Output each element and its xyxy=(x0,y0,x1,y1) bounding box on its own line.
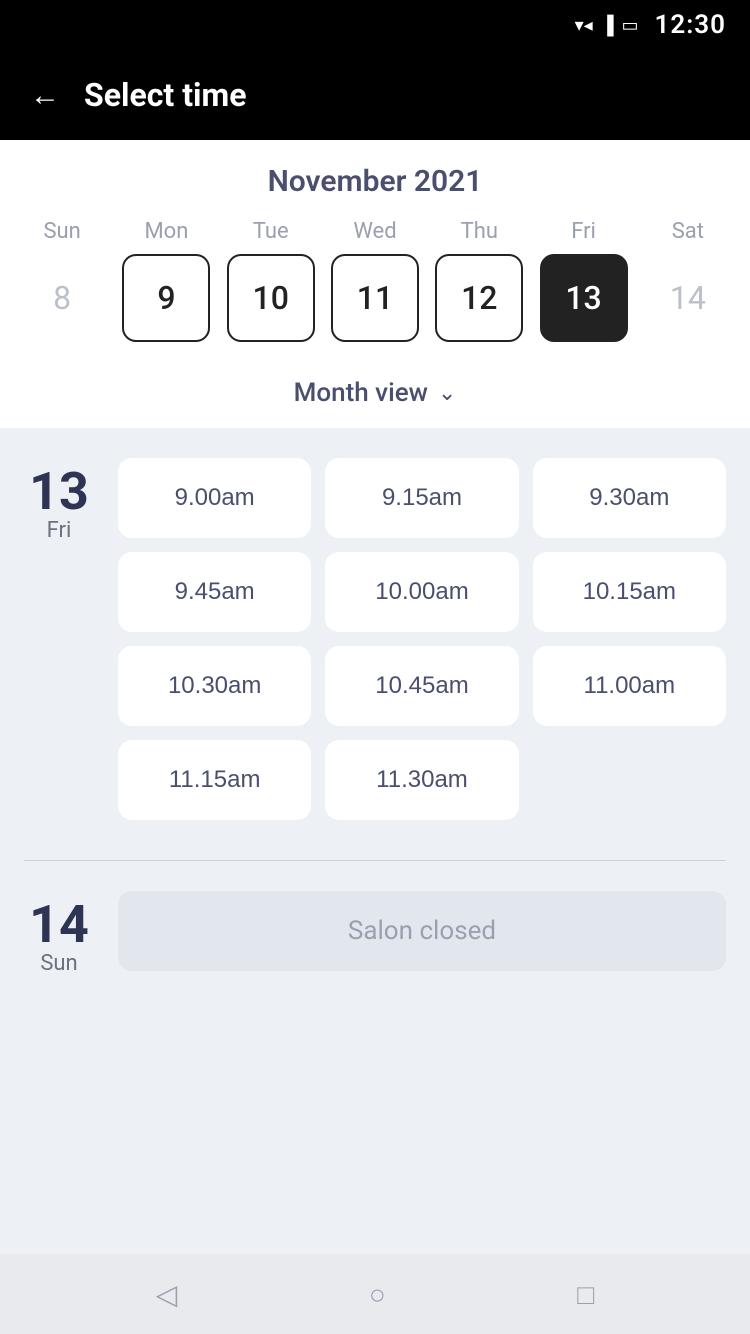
time-slot-1045am[interactable]: 10.45am xyxy=(325,646,518,726)
month-view-row[interactable]: Month view ⌄ xyxy=(0,362,750,428)
weekday-sun: Sun xyxy=(10,219,114,244)
header: ← Select time xyxy=(0,50,750,140)
back-button[interactable]: ← xyxy=(30,78,60,113)
time-slot-930am[interactable]: 9.30am xyxy=(533,458,726,538)
weekday-tue: Tue xyxy=(219,219,323,244)
day-block-13: 13 Fri 9.00am 9.15am 9.30am 9.45am 10.00… xyxy=(24,458,726,820)
date-14[interactable]: 14 xyxy=(644,254,732,342)
time-slot-915am[interactable]: 9.15am xyxy=(325,458,518,538)
date-cell-11: 11 xyxy=(323,254,427,342)
weekday-wed: Wed xyxy=(323,219,427,244)
date-10[interactable]: 10 xyxy=(227,254,315,342)
time-slot-1000am[interactable]: 10.00am xyxy=(325,552,518,632)
day-block-14: 14 Sun Salon closed xyxy=(24,891,726,976)
nav-recent-icon[interactable]: □ xyxy=(577,1278,594,1311)
time-slot-1130am[interactable]: 11.30am xyxy=(325,740,518,820)
time-slot-945am[interactable]: 9.45am xyxy=(118,552,311,632)
day-label-14: 14 Sun xyxy=(24,891,94,976)
status-icons: ▾◂ ▐ ▭ xyxy=(575,15,639,36)
signal-icon: ▐ xyxy=(601,15,614,36)
weekday-sat: Sat xyxy=(636,219,740,244)
date-12[interactable]: 12 xyxy=(435,254,523,342)
day-name-fri: Fri xyxy=(47,518,72,543)
date-cell-10: 10 xyxy=(219,254,323,342)
slots-section: 13 Fri 9.00am 9.15am 9.30am 9.45am 10.00… xyxy=(0,428,750,1254)
weekday-row: Sun Mon Tue Wed Thu Fri Sat xyxy=(0,219,750,244)
date-row: 8 9 10 11 12 13 14 xyxy=(0,254,750,362)
time-slot-1015am[interactable]: 10.15am xyxy=(533,552,726,632)
date-cell-14: 14 xyxy=(636,254,740,342)
page-title: Select time xyxy=(84,76,246,114)
divider xyxy=(24,860,726,861)
status-time: 12:30 xyxy=(655,10,727,40)
date-cell-8: 8 xyxy=(10,254,114,342)
weekday-fri: Fri xyxy=(531,219,635,244)
day-label-13: 13 Fri xyxy=(24,458,94,543)
slots-grid-13: 9.00am 9.15am 9.30am 9.45am 10.00am 10.1… xyxy=(118,458,726,820)
date-13[interactable]: 13 xyxy=(540,254,628,342)
time-slot-900am[interactable]: 9.00am xyxy=(118,458,311,538)
time-slot-1030am[interactable]: 10.30am xyxy=(118,646,311,726)
date-cell-9: 9 xyxy=(114,254,218,342)
time-slot-1100am[interactable]: 11.00am xyxy=(533,646,726,726)
month-view-label: Month view xyxy=(294,378,428,408)
date-cell-13: 13 xyxy=(531,254,635,342)
month-year: November 2021 xyxy=(0,164,750,199)
wifi-icon: ▾◂ xyxy=(575,15,593,36)
weekday-thu: Thu xyxy=(427,219,531,244)
date-9[interactable]: 9 xyxy=(122,254,210,342)
status-bar: ▾◂ ▐ ▭ 12:30 xyxy=(0,0,750,50)
day-number-13: 13 xyxy=(29,466,89,518)
day-name-sun: Sun xyxy=(40,951,77,976)
weekday-mon: Mon xyxy=(114,219,218,244)
calendar-section: November 2021 Sun Mon Tue Wed Thu Fri Sa… xyxy=(0,140,750,428)
bottom-nav: ◁ ○ □ xyxy=(0,1254,750,1334)
date-11[interactable]: 11 xyxy=(331,254,419,342)
date-cell-12: 12 xyxy=(427,254,531,342)
date-8[interactable]: 8 xyxy=(18,254,106,342)
chevron-down-icon: ⌄ xyxy=(438,381,456,406)
day-number-14: 14 xyxy=(29,899,89,951)
nav-home-icon[interactable]: ○ xyxy=(369,1278,386,1311)
nav-back-icon[interactable]: ◁ xyxy=(156,1278,178,1311)
salon-closed: Salon closed xyxy=(118,891,726,971)
time-slot-1115am[interactable]: 11.15am xyxy=(118,740,311,820)
battery-icon: ▭ xyxy=(621,15,638,36)
